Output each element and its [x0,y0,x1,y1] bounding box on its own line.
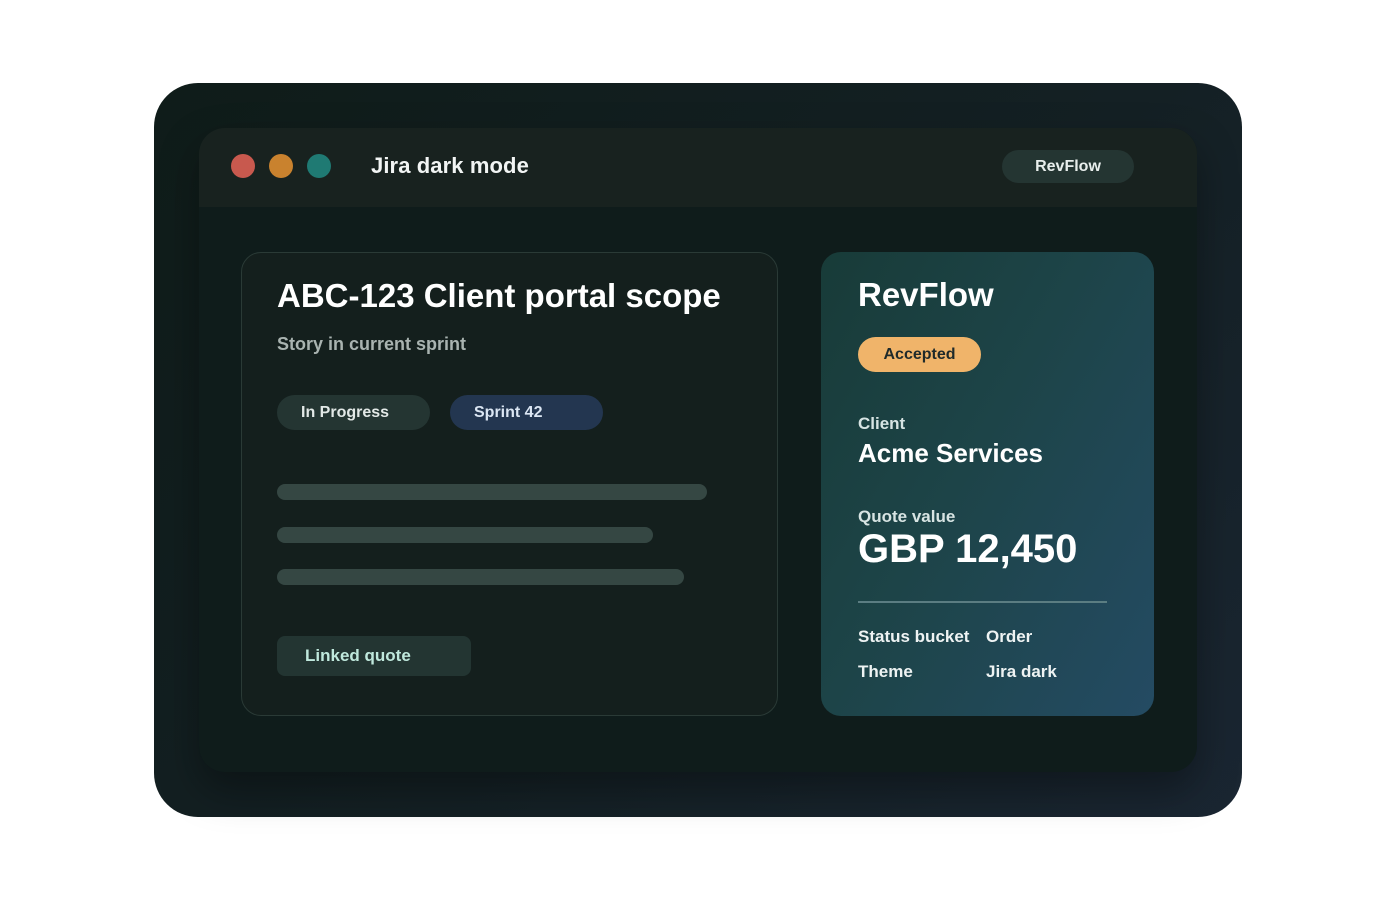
maximize-window-button[interactable] [307,154,331,178]
app-window: Jira dark mode RevFlow ABC-123 Client po… [199,128,1197,772]
status-badge: Accepted [858,337,981,372]
title-bar: Jira dark mode RevFlow [199,128,1197,207]
issue-subtitle: Story in current sprint [277,334,467,354]
placeholder-line [277,569,684,585]
close-window-button[interactable] [231,154,255,178]
device-frame: Jira dark mode RevFlow ABC-123 Client po… [154,83,1242,817]
status-bucket-label: Status bucket [858,627,970,646]
sprint-tag[interactable]: Sprint 42 [450,395,603,430]
client-value: Acme Services [858,438,1044,468]
quote-value: GBP 12,450 [858,527,1078,571]
status-bucket-value: Order [986,627,1033,646]
revflow-app-button[interactable]: RevFlow [1002,150,1134,183]
issue-title: ABC-123 Client portal scope [277,277,721,314]
revflow-panel: RevFlow Accepted Client Acme Services Qu… [821,252,1154,716]
divider [858,601,1107,603]
linked-quote-button[interactable]: Linked quote [277,636,471,676]
revflow-title: RevFlow [858,276,994,313]
placeholder-line [277,527,653,543]
client-label: Client [858,414,906,433]
status-tag-in-progress[interactable]: In Progress [277,395,430,430]
minimize-window-button[interactable] [269,154,293,178]
window-title: Jira dark mode [371,153,529,178]
quote-value-label: Quote value [858,507,956,526]
theme-value: Jira dark [986,662,1057,681]
placeholder-line [277,484,707,500]
theme-label: Theme [858,662,913,681]
issue-card: ABC-123 Client portal scope Story in cur… [241,252,778,716]
